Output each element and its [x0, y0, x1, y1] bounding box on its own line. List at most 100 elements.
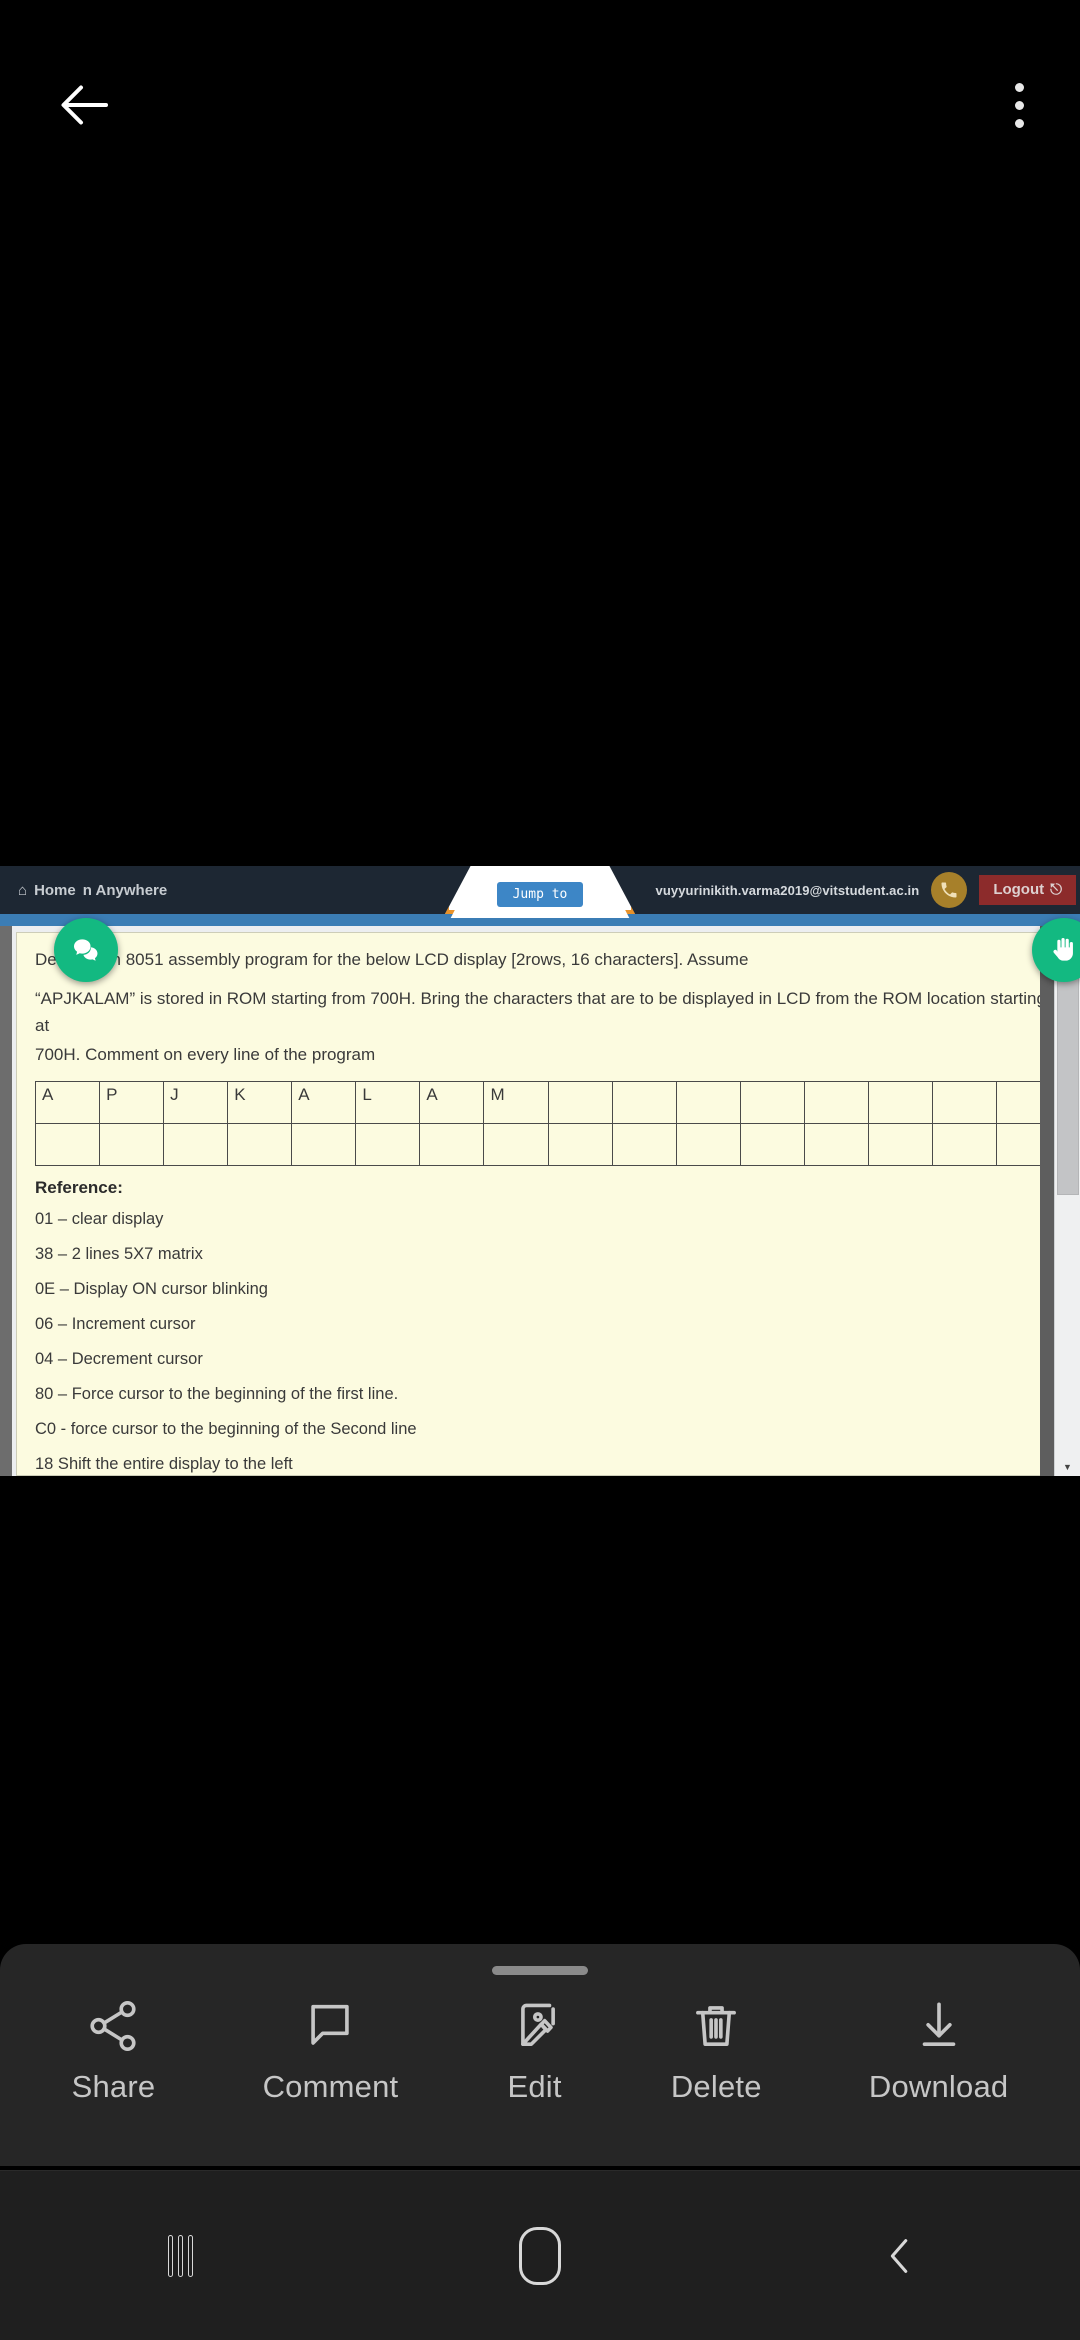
- home-glyph-icon: ⌂: [18, 881, 28, 899]
- lcd-cell: [675, 1081, 741, 1125]
- scrollbar-thumb[interactable]: [1056, 945, 1079, 1195]
- edit-button[interactable]: Edit: [506, 1997, 564, 2105]
- home-button[interactable]: [450, 2201, 630, 2311]
- comment-button[interactable]: Comment: [263, 1997, 399, 2105]
- lcd-cell: [419, 1123, 485, 1167]
- recents-icon: [167, 2234, 193, 2277]
- scrollbar-track[interactable]: ▲ ▼: [1054, 926, 1080, 1476]
- lcd-cell: J: [163, 1081, 229, 1125]
- scrollbar-shadow: [1040, 926, 1054, 1476]
- question-paragraph-2: “APJKALAM” is stored in ROM starting fro…: [35, 989, 1046, 1035]
- jump-to-container: Jump to: [450, 870, 630, 918]
- back-button[interactable]: [56, 75, 116, 135]
- lcd-cell: [803, 1081, 869, 1125]
- action-sheet: Share Comment Edit Delete Download: [0, 1944, 1080, 2166]
- user-email: vuyyurinikith.varma2019@vitstudent.ac.in: [655, 882, 920, 898]
- navbar-brand[interactable]: ⌂ Home n Anywhere: [18, 882, 167, 899]
- lcd-cell: L: [355, 1081, 421, 1125]
- download-icon: [922, 2002, 955, 2046]
- share-label: Share: [71, 2069, 156, 2104]
- reference-line: 80 – Force cursor to the beginning of th…: [35, 1385, 399, 1404]
- lcd-cell: [867, 1081, 933, 1125]
- lcd-cell: [739, 1123, 805, 1167]
- reference-heading: Reference:: [35, 1178, 123, 1198]
- navbar-home-label: Home: [34, 881, 76, 899]
- lcd-cell: [99, 1123, 165, 1167]
- chat-bubbles-icon: [74, 939, 98, 961]
- phone-screen: ⌂ Home n Anywhere Jump to vuyyurinikith.…: [0, 0, 1080, 2340]
- edit-label: Edit: [507, 2069, 562, 2104]
- web-navbar: ⌂ Home n Anywhere Jump to vuyyurinikith.…: [0, 866, 1080, 918]
- lcd-cell: [675, 1123, 741, 1167]
- download-button[interactable]: Download: [869, 1997, 1008, 2105]
- lcd-cell: K: [227, 1081, 293, 1125]
- reference-line: 04 – Decrement cursor: [35, 1350, 203, 1369]
- lcd-cell: M: [483, 1081, 549, 1125]
- lcd-cell: [739, 1081, 805, 1125]
- lcd-table-row: APJKALAM: [34, 1081, 1062, 1125]
- scroll-down-arrow-icon[interactable]: ▼: [1063, 1459, 1072, 1476]
- lcd-cell: [611, 1081, 677, 1125]
- navbar-right: vuyyurinikith.varma2019@vitstudent.ac.in…: [656, 866, 1080, 914]
- edit-image-icon: [520, 2003, 555, 2046]
- back-arrow-icon: [61, 85, 108, 125]
- lcd-cell: A: [419, 1081, 485, 1125]
- lcd-cell: [547, 1123, 613, 1167]
- reference-line: 06 – Increment cursor: [35, 1315, 196, 1334]
- question-paragraph-3: 700H. Comment on every line of the progr…: [35, 1045, 376, 1065]
- screenshot-content: ⌂ Home n Anywhere Jump to vuyyurinikith.…: [0, 866, 1080, 1476]
- lcd-cell: [547, 1081, 613, 1125]
- share-icon: [90, 2000, 137, 2052]
- reference-line: C0 - force cursor to the beginning of th…: [35, 1420, 417, 1439]
- lcd-cell: [227, 1123, 293, 1167]
- logout-glyph-icon: ⎋: [1050, 881, 1062, 898]
- lcd-cell: [931, 1123, 997, 1167]
- reference-line: 0E – Display ON cursor blinking: [35, 1280, 268, 1299]
- lcd-table-body: APJKALAM: [34, 1081, 1062, 1167]
- system-navigation-bar: [0, 2170, 1080, 2340]
- action-list: Share Comment Edit Delete Download: [0, 1975, 1080, 2105]
- question-paragraph-1: Develop an 8051 assembly program for the…: [35, 950, 749, 969]
- share-button[interactable]: Share: [72, 1997, 156, 2105]
- lcd-cell: [867, 1123, 933, 1167]
- overflow-menu-icon: [1014, 82, 1024, 128]
- logout-label: Logout: [993, 881, 1045, 898]
- viewer-top-bar: [0, 0, 1080, 210]
- lcd-display-table: APJKALAM: [34, 1081, 1062, 1167]
- back-icon: [890, 2238, 908, 2273]
- reference-list: 01 – clear display 38 – 2 lines 5X7 matri…: [35, 1210, 1061, 1475]
- lcd-cell: [931, 1081, 997, 1125]
- delete-button[interactable]: Delete: [671, 1997, 762, 2105]
- call-button[interactable]: [931, 872, 968, 908]
- system-back-button[interactable]: [810, 2201, 990, 2311]
- left-gutter: [0, 926, 12, 1476]
- phone-icon: [941, 882, 957, 898]
- lcd-cell: [291, 1123, 357, 1167]
- delete-label: Delete: [670, 2069, 762, 2104]
- navbar-brand-label: n Anywhere: [82, 881, 168, 899]
- jump-to-button[interactable]: Jump to: [496, 881, 584, 907]
- comment-label: Comment: [262, 2069, 399, 2104]
- document-area: Develop an 8051 assembly program for the…: [0, 918, 1080, 1476]
- comment-icon: [311, 2004, 350, 2045]
- lcd-cell: [483, 1123, 549, 1167]
- recents-button[interactable]: [90, 2201, 270, 2311]
- drag-handle[interactable]: [492, 1966, 588, 1975]
- lcd-cell: [611, 1123, 677, 1167]
- document-page: Develop an 8051 assembly program for the…: [16, 932, 1080, 1476]
- lcd-cell: [34, 1123, 101, 1167]
- chat-fab-button[interactable]: [54, 918, 118, 982]
- reference-line: 01 – clear display: [35, 1210, 164, 1229]
- lcd-cell: [803, 1123, 869, 1167]
- document-scrollbar[interactable]: ▲ ▼: [1040, 926, 1080, 1476]
- lcd-cell: A: [34, 1081, 101, 1125]
- lcd-cell: [163, 1123, 229, 1167]
- overflow-menu-button[interactable]: [1014, 82, 1024, 128]
- reference-line: 38 – 2 lines 5X7 matrix: [35, 1245, 203, 1264]
- download-label: Download: [868, 2069, 1009, 2104]
- raised-hand-icon: [1053, 938, 1073, 961]
- lcd-cell: A: [291, 1081, 357, 1125]
- logout-button[interactable]: Logout ⎋: [979, 875, 1076, 905]
- trash-icon: [696, 2006, 737, 2046]
- lcd-cell: P: [99, 1081, 165, 1125]
